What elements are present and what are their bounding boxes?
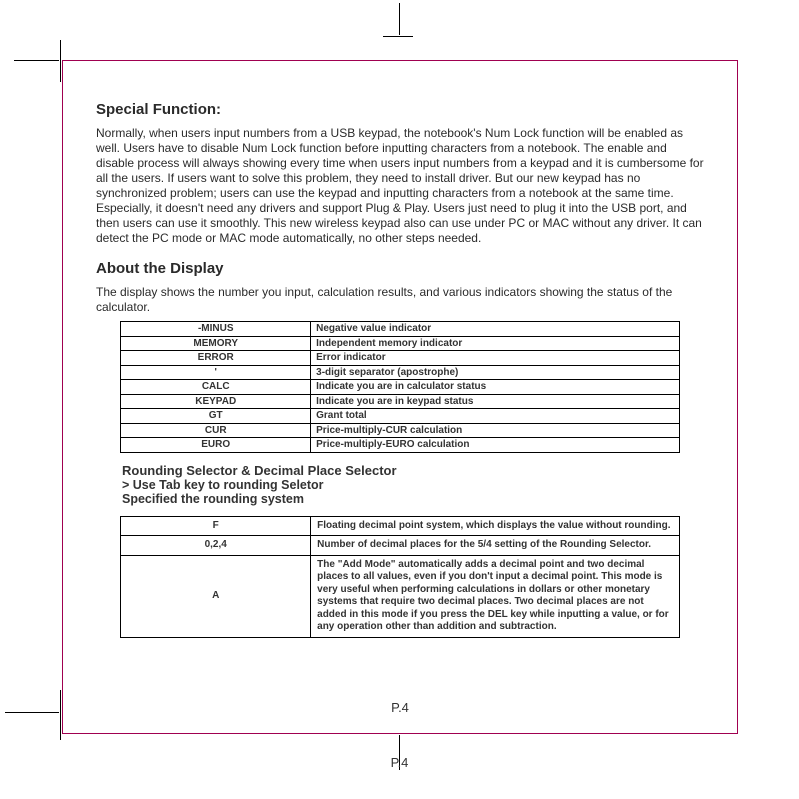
indicator-key: EURO bbox=[121, 438, 311, 453]
crop-mark bbox=[5, 712, 59, 713]
indicator-value: Price-multiply-CUR calculation bbox=[311, 423, 680, 438]
indicator-value: Error indicator bbox=[311, 351, 680, 366]
indicator-key: CALC bbox=[121, 380, 311, 395]
indicator-key: KEYPAD bbox=[121, 394, 311, 409]
special-function-body: Normally, when users input numbers from … bbox=[96, 126, 704, 246]
crop-mark bbox=[60, 690, 61, 740]
crop-mark bbox=[383, 36, 413, 37]
table-row: '3-digit separator (apostrophe) bbox=[121, 365, 679, 380]
indicator-value: Indicate you are in calculator status bbox=[311, 380, 680, 395]
table-row: -MINUSNegative value indicator bbox=[121, 322, 679, 337]
indicator-key: GT bbox=[121, 409, 311, 424]
rounding-hint: > Use Tab key to rounding Seletor bbox=[122, 478, 704, 492]
indicator-key: MEMORY bbox=[121, 336, 311, 351]
table-row: CURPrice-multiply-CUR calculation bbox=[121, 423, 679, 438]
page-number-inner: P.4 bbox=[63, 700, 737, 715]
about-display-body: The display shows the number you input, … bbox=[96, 285, 704, 315]
indicator-value: Negative value indicator bbox=[311, 322, 680, 337]
indicator-value: Independent memory indicator bbox=[311, 336, 680, 351]
table-row: KEYPADIndicate you are in keypad status bbox=[121, 394, 679, 409]
special-function-heading: Special Function: bbox=[96, 101, 704, 118]
rounding-table: FFloating decimal point system, which di… bbox=[120, 516, 679, 638]
indicator-table: -MINUSNegative value indicator MEMORYInd… bbox=[120, 321, 679, 453]
table-row: EUROPrice-multiply-EURO calculation bbox=[121, 438, 679, 453]
indicator-value: 3-digit separator (apostrophe) bbox=[311, 365, 680, 380]
page-number-outer: P.4 bbox=[0, 755, 799, 770]
indicator-key: ERROR bbox=[121, 351, 311, 366]
crop-mark bbox=[399, 3, 400, 35]
rounding-value: The "Add Mode" automatically adds a deci… bbox=[311, 555, 680, 637]
indicator-key: CUR bbox=[121, 423, 311, 438]
table-row: CALCIndicate you are in calculator statu… bbox=[121, 380, 679, 395]
rounding-key: F bbox=[121, 516, 311, 536]
indicator-value: Indicate you are in keypad status bbox=[311, 394, 680, 409]
table-row: MEMORYIndependent memory indicator bbox=[121, 336, 679, 351]
rounding-value: Number of decimal places for the 5/4 set… bbox=[311, 536, 680, 556]
table-row: ERRORError indicator bbox=[121, 351, 679, 366]
table-row: GTGrant total bbox=[121, 409, 679, 424]
table-row: 0,2,4Number of decimal places for the 5/… bbox=[121, 536, 679, 556]
indicator-key: ' bbox=[121, 365, 311, 380]
indicator-value: Grant total bbox=[311, 409, 680, 424]
table-row: AThe "Add Mode" automatically adds a dec… bbox=[121, 555, 679, 637]
rounding-subtitle: Specified the rounding system bbox=[122, 492, 704, 506]
rounding-value: Floating decimal point system, which dis… bbox=[311, 516, 680, 536]
table-row: FFloating decimal point system, which di… bbox=[121, 516, 679, 536]
crop-mark bbox=[60, 40, 61, 82]
indicator-value: Price-multiply-EURO calculation bbox=[311, 438, 680, 453]
rounding-key: 0,2,4 bbox=[121, 536, 311, 556]
about-display-heading: About the Display bbox=[96, 260, 704, 277]
crop-mark bbox=[14, 60, 59, 61]
page-frame: Special Function: Normally, when users i… bbox=[62, 60, 738, 734]
rounding-block: Rounding Selector & Decimal Place Select… bbox=[122, 463, 704, 506]
rounding-title: Rounding Selector & Decimal Place Select… bbox=[122, 463, 704, 478]
rounding-key: A bbox=[121, 555, 311, 637]
indicator-key: -MINUS bbox=[121, 322, 311, 337]
